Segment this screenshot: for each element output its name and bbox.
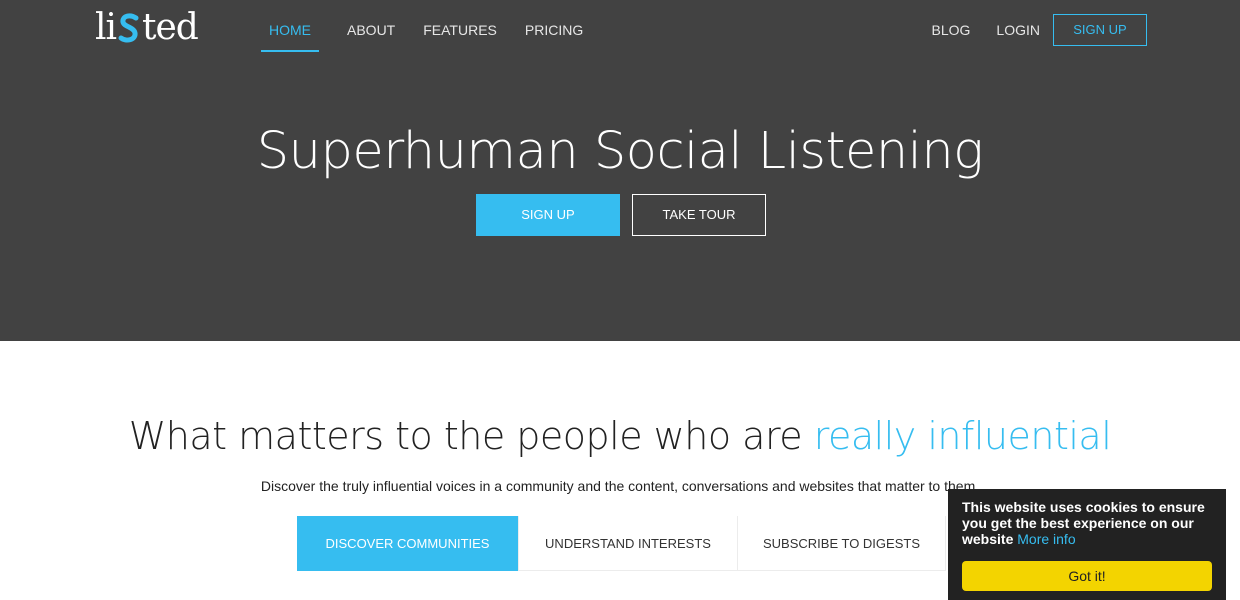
section-title-main: What matters to the people who are (128, 414, 814, 458)
feature-tabs: DISCOVER COMMUNITIES UNDERSTAND INTEREST… (297, 516, 946, 571)
logo-text-right: ted (142, 7, 199, 48)
cookie-more-info-link[interactable]: More info (1017, 531, 1075, 547)
nav-about[interactable]: ABOUT (347, 0, 395, 52)
take-tour-button[interactable]: TAKE TOUR (632, 194, 766, 236)
tab-discover-communities[interactable]: DISCOVER COMMUNITIES (297, 516, 519, 571)
account-nav: BLOG LOGIN SIGN UP (906, 0, 1147, 52)
cookie-accept-button[interactable]: Got it! (962, 561, 1212, 591)
nav-blog[interactable]: BLOG (932, 0, 971, 52)
section-title-accent: really influential (813, 414, 1112, 458)
logo[interactable]: li ted (95, 7, 199, 48)
tab-understand-interests[interactable]: UNDERSTAND INTERESTS (519, 516, 738, 571)
cookie-text: This website uses cookies to ensure you … (962, 499, 1205, 547)
hero-section: li ted HOME ABOUT FEATURES PRICING BLOG … (0, 0, 1240, 341)
tab-subscribe-digests[interactable]: SUBSCRIBE TO DIGESTS (738, 516, 946, 571)
hero-title: Superhuman Social Listening (256, 122, 984, 181)
nav-pricing[interactable]: PRICING (525, 0, 583, 52)
cookie-message: This website uses cookies to ensure you … (962, 499, 1212, 547)
nav-signup-button[interactable]: SIGN UP (1053, 14, 1147, 46)
nav-features[interactable]: FEATURES (423, 0, 497, 52)
main-nav: HOME ABOUT FEATURES PRICING (261, 0, 611, 52)
logo-mark-icon (116, 8, 142, 48)
section-title: What matters to the people who are reall… (0, 414, 1240, 458)
nav-home[interactable]: HOME (261, 0, 319, 52)
nav-login[interactable]: LOGIN (996, 0, 1040, 52)
hero-signup-button[interactable]: SIGN UP (476, 194, 620, 236)
cookie-banner: This website uses cookies to ensure you … (948, 489, 1226, 600)
logo-text-left: li (95, 7, 117, 48)
